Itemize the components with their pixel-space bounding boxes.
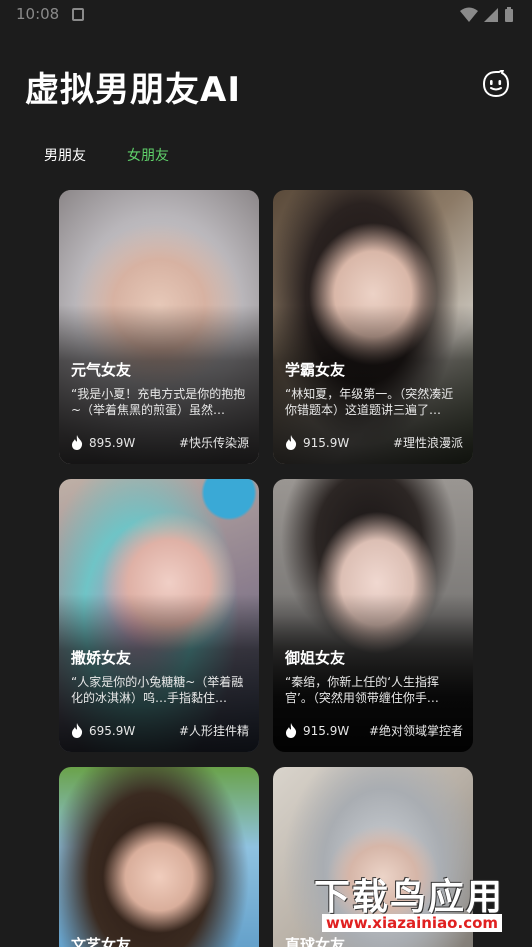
- card-title: 撒娇女友: [71, 649, 132, 667]
- card-stats: 895.9W #快乐传染源: [71, 434, 249, 451]
- watermark: 下载鸟应用 www.xiazainiao.com: [308, 868, 532, 940]
- status-time: 10:08: [16, 5, 60, 23]
- card-title: 文艺女友: [71, 936, 132, 947]
- card-description: “林知夏，年级第一。（突然凑近你错题本）这道题讲三遍了…: [285, 387, 454, 417]
- popularity-count: 695.9W: [89, 723, 136, 738]
- card-description: “人家是你的小兔糖糖~（举着融化的冰淇淋）呜…手指黏住…: [71, 675, 244, 705]
- chat-face-icon[interactable]: [482, 70, 510, 98]
- battery-icon: [505, 7, 513, 22]
- character-card[interactable]: 文艺女友: [59, 767, 259, 947]
- category-tabs: 男朋友 女朋友: [44, 145, 169, 165]
- popularity-count: 915.9W: [303, 723, 350, 738]
- watermark-url: www.xiazainiao.com: [322, 914, 503, 932]
- character-card[interactable]: 撒娇女友 “人家是你的小兔糖糖~（举着融化的冰淇淋）呜…手指黏住… 695.9W…: [59, 479, 259, 752]
- card-title: 元气女友: [71, 361, 132, 379]
- character-card[interactable]: 学霸女友 “林知夏，年级第一。（突然凑近你错题本）这道题讲三遍了… 915.9W…: [273, 190, 473, 464]
- card-stats: 695.9W #人形挂件精: [71, 722, 249, 739]
- card-title: 御姐女友: [285, 649, 346, 667]
- page-title: 虚拟男朋友AI: [25, 70, 241, 110]
- card-tag: #理性浪漫派: [392, 436, 463, 450]
- character-card[interactable]: 御姐女友 “秦绾，你新上任的‘人生指挥官’。（突然用领带缠住你手… 915.9W…: [273, 479, 473, 752]
- flame-icon: [72, 723, 83, 738]
- card-description: “秦绾，你新上任的‘人生指挥官’。（突然用领带缠住你手…: [285, 675, 440, 705]
- card-tag: #人形挂件精: [178, 724, 249, 738]
- popularity-count: 915.9W: [303, 435, 350, 450]
- card-stats: 915.9W #绝对领域掌控者: [285, 722, 463, 739]
- card-tag: #快乐传染源: [178, 436, 249, 450]
- character-portrait: [59, 767, 259, 947]
- popularity-count: 895.9W: [89, 435, 136, 450]
- signal-icon: [484, 8, 498, 22]
- status-bar: 10:08: [0, 0, 532, 30]
- notification-icon: [72, 8, 84, 21]
- watermark-logo: 下载鸟应用: [314, 877, 505, 918]
- flame-icon: [286, 435, 297, 450]
- flame-icon: [286, 723, 297, 738]
- flame-icon: [72, 435, 83, 450]
- card-tag: #绝对领域掌控者: [368, 724, 463, 738]
- card-stats: 915.9W #理性浪漫派: [285, 434, 463, 451]
- wifi-icon: [460, 7, 478, 22]
- status-icons: [460, 7, 514, 23]
- card-title: 学霸女友: [285, 361, 346, 379]
- card-description: “我是小夏！充电方式是你的抱抱~（举着焦黑的煎蛋）虽然…: [71, 387, 246, 417]
- character-card[interactable]: 元气女友 “我是小夏！充电方式是你的抱抱~（举着焦黑的煎蛋）虽然… 895.9W…: [59, 190, 259, 464]
- tab-boyfriend[interactable]: 男朋友: [44, 145, 86, 165]
- tab-girlfriend[interactable]: 女朋友: [127, 145, 169, 165]
